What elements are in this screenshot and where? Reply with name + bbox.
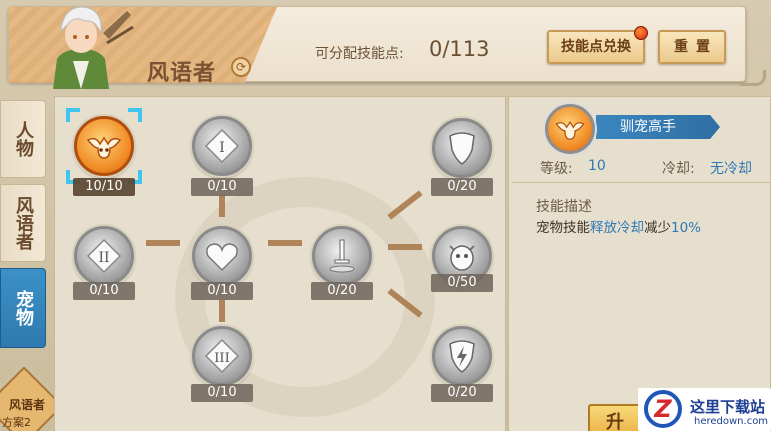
- tier-two-icon: II: [86, 238, 122, 274]
- level-value: 10: [588, 158, 606, 174]
- skill-node-shield[interactable]: [432, 118, 492, 178]
- selected-skill-icon: [545, 104, 595, 154]
- connector-arrow: [146, 240, 180, 246]
- detail-divider: [512, 182, 771, 183]
- pet-creature-icon: [449, 245, 475, 271]
- switch-class-icon[interactable]: ⟳: [231, 57, 251, 77]
- tab-pet[interactable]: 宠物: [0, 268, 46, 348]
- skill-node-tier-one[interactable]: I: [192, 116, 252, 176]
- skill-level-label: 10/10: [73, 178, 135, 196]
- svg-text:III: III: [214, 351, 229, 366]
- skill-level-label: 0/20: [311, 282, 373, 300]
- shield-icon: [449, 132, 475, 165]
- site-logo-url: heredown.com: [694, 416, 769, 427]
- class-name-title: 风语者: [147, 61, 217, 86]
- skill-tree-screen: 风语者 ⟳ 可分配技能点: 0/113 技能点兑换 重置 人物 风语者 宠物 风…: [0, 0, 771, 431]
- plan-badge-title: 风语者: [8, 398, 45, 412]
- skill-description: 宠物技能释放冷却减少10%: [536, 216, 701, 236]
- reset-button[interactable]: 重置: [658, 30, 726, 64]
- skill-node-heart[interactable]: [192, 226, 252, 286]
- winged-pet-emblem-icon: [555, 121, 585, 140]
- skill-level-label: 0/20: [431, 384, 493, 402]
- cooldown-value: 无冷却: [710, 161, 752, 177]
- exchange-skill-points-button[interactable]: 技能点兑换: [547, 30, 645, 64]
- skill-level-label: 0/10: [73, 282, 135, 300]
- skill-level-label: 0/50: [431, 274, 493, 292]
- desc-text: 宠物技能: [536, 220, 590, 236]
- corner-flourish: [740, 70, 766, 86]
- character-avatar: [53, 6, 134, 89]
- plan-badge-subtitle: 方案2: [2, 416, 31, 429]
- site-logo-icon: Z: [644, 390, 682, 428]
- cooldown-label: 冷却:: [662, 161, 695, 177]
- desc-text: 减少: [644, 220, 671, 236]
- skill-points-label: 可分配技能点:: [315, 46, 404, 62]
- connector-arrow: [219, 195, 225, 217]
- tier-one-icon: I: [204, 128, 240, 164]
- tab-class[interactable]: 风语者: [0, 184, 46, 262]
- connector-arrow: [388, 244, 422, 250]
- skill-node-pet-master[interactable]: [74, 116, 134, 176]
- connector-arrow: [219, 300, 225, 322]
- site-logo-text: 这里下载站: [690, 398, 766, 416]
- skill-description-title: 技能描述: [536, 199, 592, 215]
- skill-level-label: 0/10: [191, 282, 253, 300]
- skill-name-banner: 驯宠高手: [596, 115, 720, 139]
- skill-node-tier-two[interactable]: II: [74, 226, 134, 286]
- level-label: 等级:: [540, 161, 573, 177]
- svg-text:I: I: [219, 140, 225, 156]
- notification-dot-icon: [634, 26, 648, 40]
- tier-three-icon: III: [204, 338, 240, 374]
- skill-node-lightning-shield[interactable]: [432, 326, 492, 386]
- heart-icon: [206, 243, 238, 272]
- tab-character[interactable]: 人物: [0, 100, 46, 178]
- skill-level-label: 0/20: [431, 178, 493, 196]
- skill-level-label: 0/10: [191, 178, 253, 196]
- desc-highlight: 释放冷却: [590, 220, 644, 236]
- sword-icon: [329, 239, 355, 273]
- desc-value: 10%: [671, 220, 702, 236]
- skill-node-sword[interactable]: [312, 226, 372, 286]
- connector-arrow: [268, 240, 302, 246]
- skill-points-value: 0/113: [429, 37, 490, 61]
- lightning-shield-icon: [449, 340, 475, 373]
- skill-level-label: 0/10: [191, 384, 253, 402]
- svg-text:II: II: [98, 250, 109, 266]
- skill-detail-panel: [508, 96, 771, 431]
- winged-pet-emblem-icon: [86, 136, 122, 159]
- skill-node-tier-three[interactable]: III: [192, 326, 252, 386]
